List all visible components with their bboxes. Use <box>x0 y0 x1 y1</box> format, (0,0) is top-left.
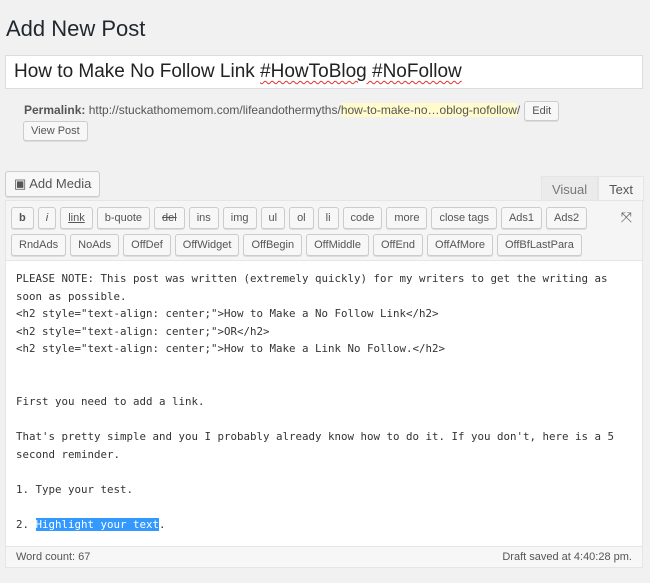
quicktag-offend-button[interactable]: OffEnd <box>372 234 424 256</box>
quicktag-offdef-button[interactable]: OffDef <box>123 234 171 256</box>
permalink-slug[interactable]: how-to-make-no…oblog-nofollow <box>340 103 517 118</box>
draft-status: Draft saved at 4:40:28 pm. <box>502 551 632 563</box>
quicktag-i-button[interactable]: i <box>37 207 57 229</box>
quicktag-more-button[interactable]: more <box>386 207 428 229</box>
quicktag-ins-button[interactable]: ins <box>188 207 219 229</box>
quicktags-toolbar: b i link b-quote del ins img ul ol li code more clos… <box>5 200 643 260</box>
editor-tabs: Visual Text <box>540 176 644 202</box>
quicktag-close-tags-button[interactable]: close tags <box>431 207 497 229</box>
quicktag-offwidget-button[interactable]: OffWidget <box>174 234 240 256</box>
quicktag-noads-button[interactable]: NoAds <box>70 234 120 256</box>
word-count: Word count: 67 <box>16 551 91 563</box>
quicktag-offafmore-button[interactable]: OffAfMore <box>427 234 493 256</box>
tab-visual[interactable]: Visual <box>540 176 599 202</box>
title-text: How to Make No Follow Link <box>14 61 261 82</box>
content-textarea[interactable]: PLEASE NOTE: This post was written (extr… <box>5 260 643 547</box>
permalink-base: http://stuckathomemom.com/lifeandothermy… <box>88 103 341 118</box>
permalink-trail: / <box>516 103 521 118</box>
quicktag-ul-button[interactable]: ul <box>260 207 286 229</box>
quicktag-rndads-button[interactable]: RndAds <box>11 234 67 256</box>
selected-text: Highlight your text <box>35 518 160 532</box>
quicktag-offbegin-button[interactable]: OffBegin <box>243 234 303 256</box>
edit-permalink-button[interactable]: Edit <box>524 101 560 121</box>
page-title: Add New Post <box>6 16 146 41</box>
view-post-button[interactable]: View Post <box>23 121 88 141</box>
title-tags: #HowToBlog #NoFollow <box>260 61 462 82</box>
quicktag-img-button[interactable]: img <box>222 207 257 229</box>
media-icon: ▣ <box>14 176 30 191</box>
quicktag-offbflastpara-button[interactable]: OffBfLastPara <box>496 234 582 256</box>
quicktag-del-button[interactable]: del <box>154 207 185 229</box>
quicktag-code-button[interactable]: code <box>342 207 383 229</box>
status-bar: Word count: 67 Draft saved at 4:40:28 pm… <box>5 546 643 568</box>
content-text: PLEASE NOTE: This post was written (extr… <box>16 272 615 532</box>
permalink-label: Permalink: <box>24 103 86 118</box>
tab-text[interactable]: Text <box>598 176 644 202</box>
quicktag-ads2-button[interactable]: Ads2 <box>546 207 588 229</box>
quicktag-b-quote-button[interactable]: b-quote <box>96 207 151 229</box>
add-media-label: Add Media <box>29 176 92 191</box>
quicktag-link-button[interactable]: link <box>60 207 93 229</box>
quicktag-ads1-button[interactable]: Ads1 <box>500 207 543 229</box>
fullscreen-icon[interactable]: ⤧ <box>621 209 632 226</box>
permalink: Permalink: http://stuckathomemom.com/lif… <box>24 101 560 121</box>
content-text-end: . <box>159 518 166 532</box>
quicktag-ol-button[interactable]: ol <box>289 207 314 229</box>
quicktag-offmiddle-button[interactable]: OffMiddle <box>306 234 369 256</box>
add-media-button[interactable]: ▣ Add Media <box>5 171 101 197</box>
quicktag-li-button[interactable]: li <box>317 207 339 229</box>
quicktag-b-button[interactable]: b <box>11 207 34 229</box>
post-title-input[interactable]: How to Make No Follow Link #HowToBlog #N… <box>5 55 643 89</box>
